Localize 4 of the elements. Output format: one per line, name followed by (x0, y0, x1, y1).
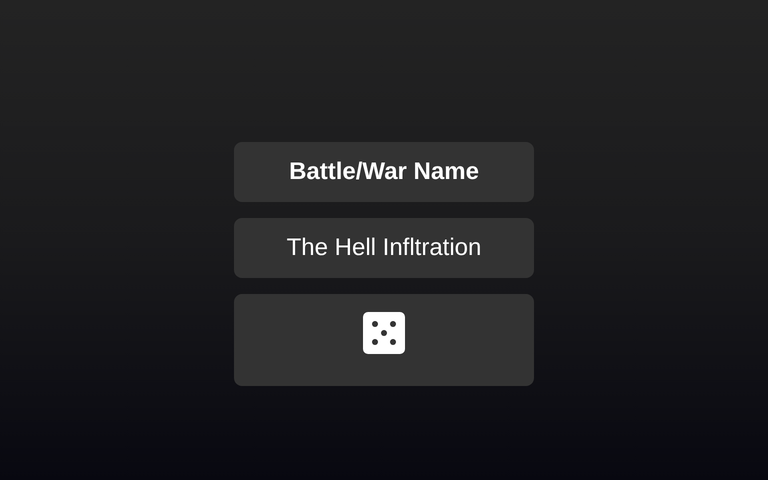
dice-icon (363, 312, 405, 354)
heading: Battle/War Name (234, 142, 534, 202)
name-result: The Hell Infltration (234, 218, 534, 278)
roll-button[interactable] (234, 294, 534, 386)
